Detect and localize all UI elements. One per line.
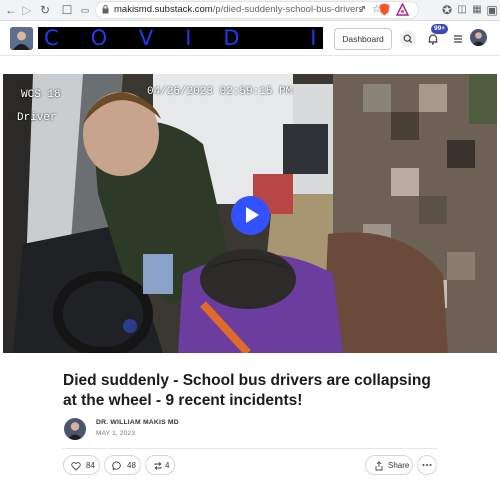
user-avatar[interactable] <box>470 29 487 46</box>
person-icon <box>67 422 83 440</box>
like-count: 84 <box>86 461 95 470</box>
restack-icon <box>154 462 162 470</box>
more-options-button[interactable] <box>417 455 437 475</box>
search-icon[interactable] <box>400 31 416 47</box>
restack-count: 4 <box>165 461 170 470</box>
post-title: Died suddenly - School bus drivers are c… <box>63 372 431 409</box>
url-path: /p/died-suddenly-school-bus-drivers <box>212 4 364 15</box>
post-date: MAY 1, 2023 <box>96 430 136 437</box>
dashboard-button[interactable]: Dashboard <box>334 28 392 50</box>
comment-icon <box>112 461 121 471</box>
video-timestamp: 04/26/2023 02:59:15 PM <box>147 86 293 98</box>
play-button[interactable] <box>231 196 270 235</box>
site-header: COVID INTEL Dashboard 99+ <box>0 21 500 56</box>
lock-icon <box>102 5 109 14</box>
url-text: makismd.substack.com/p/died-suddenly-sch… <box>114 4 363 15</box>
comment-count: 48 <box>127 461 136 470</box>
person-icon <box>10 27 33 50</box>
vpn-icon[interactable]: ▭ <box>78 3 92 17</box>
menu-icon[interactable] <box>450 31 466 47</box>
browser-toolbar: ← ▷ ↻ ☐ ▭ makismd.substack.com/p/died-su… <box>0 0 500 21</box>
wallet-icon[interactable]: ▣ <box>485 3 499 17</box>
like-button[interactable]: 84 <box>63 455 100 475</box>
publication-avatar[interactable] <box>10 27 33 50</box>
brave-shield-icon[interactable] <box>378 3 391 16</box>
rewards-icon[interactable] <box>396 3 409 16</box>
camera-id: WCS 18 <box>21 89 61 101</box>
share-page-icon[interactable]: ↗ <box>358 4 366 15</box>
reload-icon[interactable]: ↻ <box>38 3 52 17</box>
extensions-icon[interactable]: ✪ <box>440 3 454 17</box>
divider <box>62 448 438 449</box>
comment-button[interactable]: 48 <box>104 455 141 475</box>
video-player[interactable]: WCS 18 04/26/2023 02:59:15 PM Driver <box>3 74 497 353</box>
banner-text: COVID INTEL <box>44 27 323 49</box>
reader-icon[interactable]: ▦ <box>470 3 484 17</box>
sidebar-icon[interactable]: ◫ <box>455 3 469 17</box>
back-icon[interactable]: ← <box>4 3 18 17</box>
person-icon <box>472 32 485 46</box>
author-name[interactable]: DR. WILLIAM MAKIS MD <box>96 419 179 426</box>
author-avatar[interactable] <box>64 418 86 440</box>
camera-label: Driver <box>17 112 57 124</box>
heart-icon <box>71 462 81 471</box>
ellipsis-icon <box>422 464 432 466</box>
share-button[interactable]: Share <box>365 455 413 475</box>
bookmark-icon[interactable]: ☐ <box>60 3 74 17</box>
restack-button[interactable]: 4 <box>145 455 175 475</box>
address-bar[interactable]: makismd.substack.com/p/died-suddenly-sch… <box>96 2 418 18</box>
forward-icon[interactable]: ▷ <box>20 3 34 17</box>
share-label: Share <box>388 461 410 470</box>
publication-banner[interactable]: COVID INTEL <box>38 27 323 49</box>
url-host: makismd.substack.com <box>114 4 213 15</box>
notification-badge: 99+ <box>431 24 449 34</box>
share-icon <box>375 461 383 471</box>
